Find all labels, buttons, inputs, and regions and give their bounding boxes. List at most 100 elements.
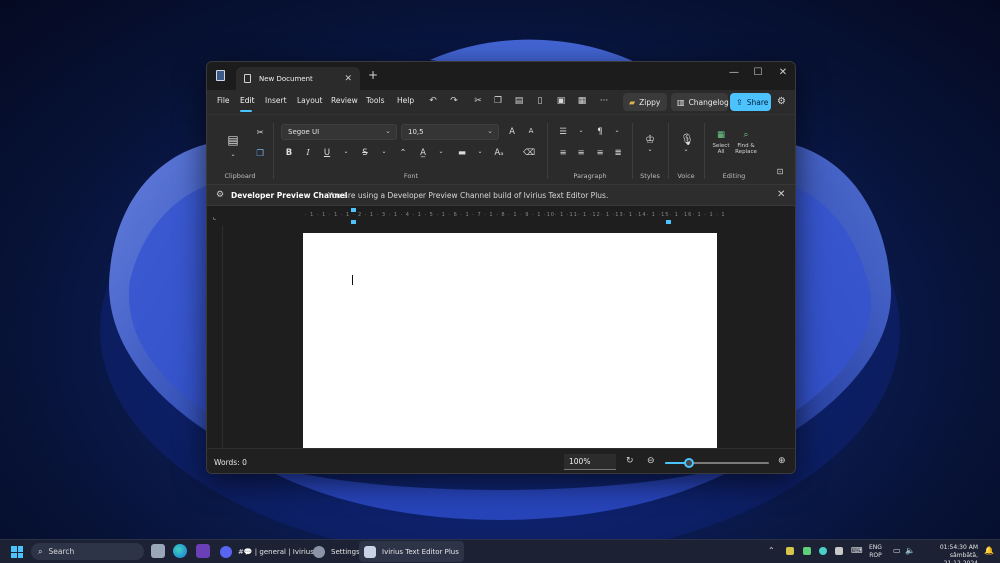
gear-icon[interactable]: ⚙ <box>777 96 786 107</box>
tab-stop-selector[interactable]: ⌞ <box>213 213 216 221</box>
cut-ribbon-icon[interactable]: ✂ <box>254 128 266 138</box>
tray-app-icon[interactable] <box>835 547 843 555</box>
align-center-icon[interactable]: ≡ <box>575 148 587 158</box>
zoom-slider[interactable] <box>665 458 769 468</box>
zippy-button[interactable]: ▰ Zippy <box>623 93 667 111</box>
start-button[interactable] <box>11 546 23 558</box>
align-left-icon[interactable]: ≡ <box>557 148 569 158</box>
select-all-button[interactable]: Select All <box>710 143 732 155</box>
minimize-button[interactable]: — <box>724 67 744 78</box>
paste-large-icon[interactable]: ▤ <box>227 133 239 147</box>
tray-app-icon[interactable] <box>786 547 794 555</box>
volume-icon[interactable]: 🔈 <box>905 546 915 555</box>
close-window-button[interactable]: ✕ <box>773 67 793 78</box>
clock[interactable]: 01:54:30 AM sâmbătă, 21.12.2024 <box>918 544 978 563</box>
undo-icon[interactable]: ↶ <box>426 96 440 106</box>
changelog-label: Changelog <box>688 97 729 107</box>
superscript-icon[interactable]: ⌃ <box>397 148 409 158</box>
font-size-dropdown[interactable]: 10,5 ⌄ <box>401 124 499 140</box>
chevron-down-icon[interactable]: ⌄ <box>575 127 587 134</box>
document-tab[interactable]: New Document ✕ <box>236 67 360 90</box>
new-file-icon[interactable]: ▯ <box>533 96 547 106</box>
chevron-down-icon[interactable]: ⌄ <box>644 146 656 153</box>
save-icon[interactable]: ▦ <box>575 96 589 106</box>
notification-bell-icon[interactable]: 🔔 <box>984 546 994 555</box>
taskbar-search[interactable]: ⌕ Search <box>31 543 144 560</box>
zoom-out-icon[interactable]: ⊖ <box>647 456 655 466</box>
underline-button[interactable]: U <box>321 148 333 158</box>
ribbon-divider <box>668 123 669 179</box>
changelog-icon: ▥ <box>677 97 685 107</box>
menu-file[interactable]: File <box>217 96 230 105</box>
ribbon-options-icon[interactable]: ⊡ <box>774 167 786 176</box>
select-all-icon[interactable]: ▦ <box>715 130 727 140</box>
paragraph-icon[interactable]: ¶ <box>594 127 606 137</box>
find-replace-icon[interactable]: ⌕ <box>740 130 752 140</box>
left-indent-marker[interactable] <box>351 220 356 224</box>
copy-icon[interactable]: ❐ <box>491 96 505 106</box>
first-line-indent-marker[interactable] <box>351 208 356 212</box>
menu-insert[interactable]: Insert <box>265 96 287 105</box>
reset-zoom-icon[interactable]: ↻ <box>626 456 634 466</box>
paste-icon[interactable]: ▤ <box>512 96 526 106</box>
chevron-down-icon[interactable]: ⌄ <box>611 127 623 134</box>
more-icon[interactable]: ··· <box>597 96 611 106</box>
menu-review[interactable]: Review <box>331 96 358 105</box>
menu-edit[interactable]: Edit <box>240 96 255 105</box>
menu-tools[interactable]: Tools <box>366 96 384 105</box>
font-color-icon[interactable]: A̲ <box>417 148 429 158</box>
justify-icon[interactable]: ≣ <box>612 148 624 158</box>
keyboard-icon[interactable]: ⌨ <box>851 546 863 555</box>
edge-icon[interactable] <box>173 544 187 558</box>
align-right-icon[interactable]: ≡ <box>594 148 606 158</box>
network-icon[interactable]: ▭ <box>893 546 901 555</box>
tray-app-icon[interactable] <box>803 547 811 555</box>
document-page[interactable] <box>303 233 717 448</box>
close-infobar-button[interactable]: ✕ <box>777 189 785 200</box>
chevron-down-icon[interactable]: ⌄ <box>680 146 692 153</box>
language-indicator[interactable]: ENG ROP <box>869 544 882 560</box>
shrink-font-icon[interactable]: A <box>525 127 537 135</box>
taskbar-settings[interactable]: Settings <box>308 541 365 562</box>
highlight-icon[interactable]: ▬ <box>456 148 468 158</box>
text-effects-icon[interactable]: Aₐ <box>493 148 505 158</box>
chevron-up-icon[interactable]: ⌃ <box>768 546 775 555</box>
chevron-down-icon[interactable]: ⌄ <box>435 148 447 155</box>
chevron-down-icon[interactable]: ⌄ <box>340 148 352 155</box>
cut-icon[interactable]: ✂ <box>471 96 485 106</box>
styles-icon[interactable]: ♔ <box>644 133 656 146</box>
open-file-icon[interactable]: ▣ <box>554 96 568 106</box>
document-icon <box>244 74 251 83</box>
find-replace-button[interactable]: Find & Replace <box>734 143 758 155</box>
new-tab-button[interactable]: + <box>368 68 378 82</box>
search-label: Search <box>48 547 75 556</box>
share-button[interactable]: ⇪ Share <box>730 93 771 111</box>
menu-layout[interactable]: Layout <box>297 96 323 105</box>
chevron-down-icon[interactable]: ⌄ <box>378 148 390 155</box>
format-painter-icon[interactable]: ❐ <box>254 149 266 159</box>
strikethrough-button[interactable]: S <box>359 148 371 158</box>
close-tab-icon[interactable]: ✕ <box>344 74 352 84</box>
task-view-icon[interactable] <box>151 544 165 558</box>
changelog-button[interactable]: ▥ Changelog <box>671 93 729 111</box>
bold-button[interactable]: B <box>283 148 295 158</box>
chevron-down-icon[interactable]: ⌄ <box>474 148 486 155</box>
tray-app-icon[interactable] <box>819 547 827 555</box>
zoom-in-icon[interactable]: ⊕ <box>778 456 786 466</box>
maximize-button[interactable]: ☐ <box>748 67 768 78</box>
chevron-down-icon[interactable]: ⌄ <box>227 151 239 158</box>
clear-format-icon[interactable]: ⌫ <box>523 148 535 158</box>
zoom-slider-thumb[interactable] <box>683 458 694 468</box>
taskbar-editor[interactable]: Ivirius Text Editor Plus <box>359 541 464 562</box>
microphone-icon[interactable]: 🎙 <box>680 133 694 146</box>
right-indent-marker[interactable] <box>666 220 671 224</box>
group-label-voice: Voice <box>677 172 695 180</box>
zoom-input[interactable]: 100% <box>564 454 616 470</box>
grow-font-icon[interactable]: A <box>506 127 518 137</box>
redo-icon[interactable]: ↷ <box>447 96 461 106</box>
visual-studio-icon[interactable] <box>196 544 210 558</box>
italic-button[interactable]: I <box>302 148 314 158</box>
bullets-icon[interactable]: ☰ <box>557 127 569 137</box>
menu-help[interactable]: Help <box>397 96 414 105</box>
font-family-dropdown[interactable]: Segoe UI ⌄ <box>281 124 397 140</box>
